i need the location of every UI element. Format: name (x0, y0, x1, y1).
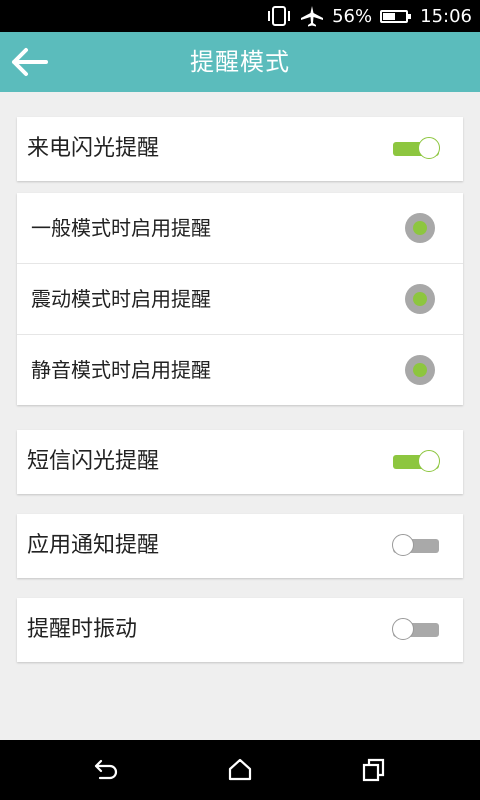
mode-radio-vibrate[interactable] (405, 284, 435, 314)
radio-dot (413, 221, 427, 235)
arrow-left-icon (12, 48, 48, 76)
radio-dot (413, 292, 427, 306)
call-flash-toggle[interactable] (393, 137, 440, 159)
mode-option-silent[interactable]: 静音模式时启用提醒 (17, 334, 463, 405)
battery-level (383, 12, 396, 20)
toggle-knob (392, 534, 414, 556)
radio-dot (413, 363, 427, 377)
sms-flash-card: 短信闪光提醒 (17, 430, 463, 494)
app-bar: 提醒模式 (0, 32, 480, 92)
clock: 15:06 (420, 5, 472, 27)
mode-option-label: 一般模式时启用提醒 (31, 216, 211, 240)
nav-back-button[interactable] (92, 756, 120, 784)
toggle-knob (418, 450, 440, 472)
mode-option-label: 静音模式时启用提醒 (31, 358, 211, 382)
call-flash-label: 来电闪光提醒 (27, 136, 160, 161)
app-notification-card: 应用通知提醒 (17, 514, 463, 578)
navigation-bar (0, 740, 480, 800)
app-notification-label: 应用通知提醒 (27, 533, 160, 558)
home-icon (228, 758, 252, 781)
app-notification-toggle[interactable] (392, 534, 439, 556)
battery-charging-icon (380, 9, 412, 23)
vibrate-on-alert-card: 提醒时振动 (17, 598, 463, 662)
mode-option-label: 震动模式时启用提醒 (31, 287, 211, 311)
vibrate-on-alert-row[interactable]: 提醒时振动 (17, 598, 463, 662)
sms-flash-label: 短信闪光提醒 (27, 449, 160, 474)
mode-options-card: 一般模式时启用提醒 震动模式时启用提醒 静音模式时启用提醒 (17, 193, 463, 405)
back-button[interactable] (6, 42, 52, 82)
call-flash-row[interactable]: 来电闪光提醒 (17, 117, 463, 181)
app-notification-row[interactable]: 应用通知提醒 (17, 514, 463, 578)
vibrate-on-alert-toggle[interactable] (392, 618, 439, 640)
recent-apps-icon (362, 758, 385, 782)
mode-option-normal[interactable]: 一般模式时启用提醒 (17, 193, 463, 263)
vibrate-icon (268, 6, 291, 26)
status-icons: 56% 15:06 (266, 0, 472, 32)
status-bar: 56% 15:06 (0, 0, 480, 32)
page-title: 提醒模式 (190, 48, 290, 76)
sms-flash-toggle[interactable] (393, 450, 440, 472)
sms-flash-row[interactable]: 短信闪光提醒 (17, 430, 463, 494)
battery-percent: 56% (332, 5, 373, 27)
nav-recent-apps-button[interactable] (360, 756, 388, 784)
back-icon (94, 759, 118, 780)
call-flash-card: 来电闪光提醒 (17, 117, 463, 181)
airplane-mode-icon (301, 6, 324, 27)
vibrate-on-alert-label: 提醒时振动 (27, 617, 138, 642)
mode-radio-normal[interactable] (405, 213, 435, 243)
toggle-knob (418, 137, 440, 159)
nav-home-button[interactable] (226, 756, 254, 784)
mode-option-vibrate[interactable]: 震动模式时启用提醒 (17, 263, 463, 334)
mode-radio-silent[interactable] (405, 355, 435, 385)
toggle-knob (392, 618, 414, 640)
